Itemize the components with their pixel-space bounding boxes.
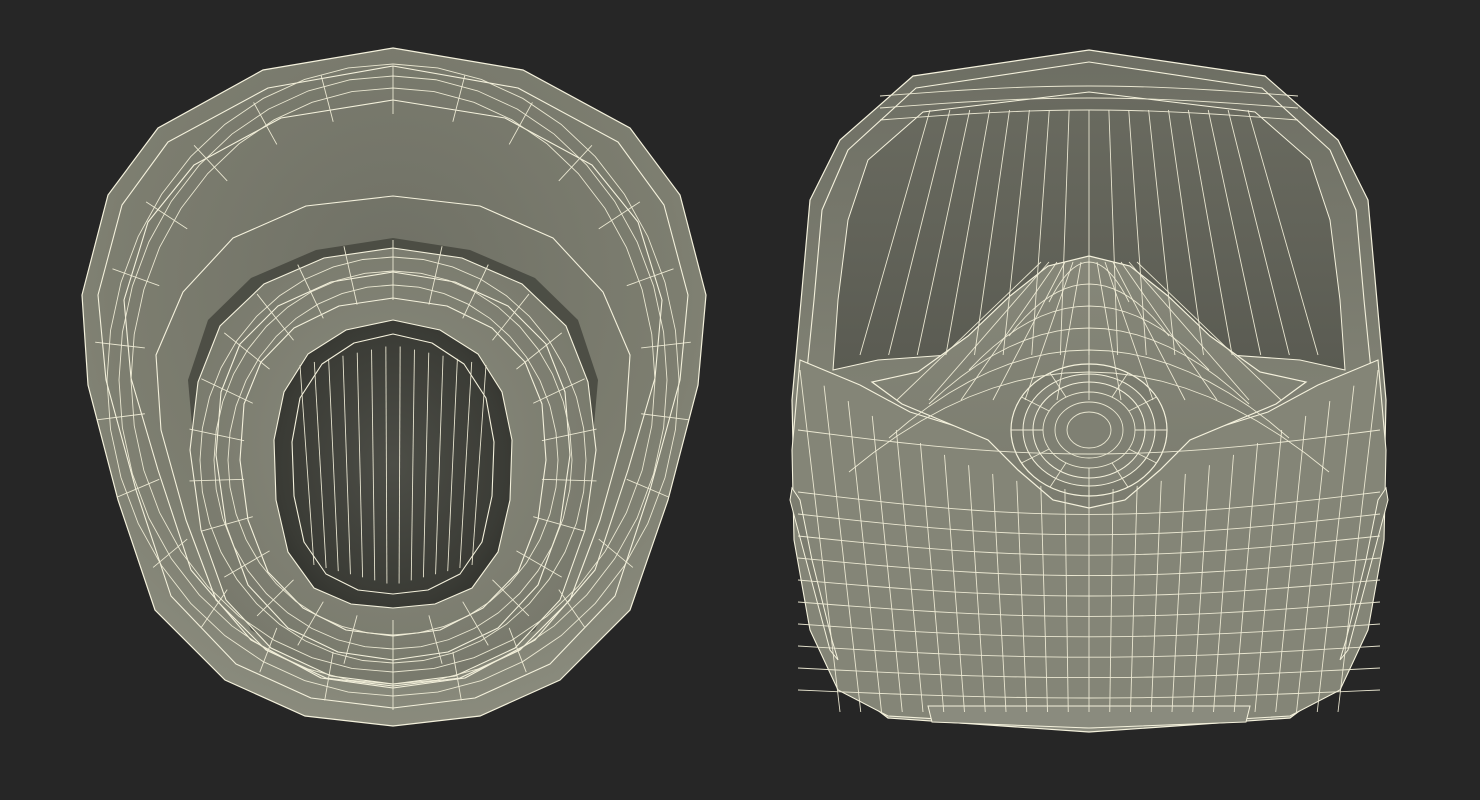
render-viewport <box>0 0 1480 800</box>
wireframe-scene <box>81 47 1389 733</box>
respirator-mask-top-view <box>81 47 707 727</box>
mouth-cavity <box>273 319 513 609</box>
respirator-mask-front-view <box>789 49 1389 733</box>
